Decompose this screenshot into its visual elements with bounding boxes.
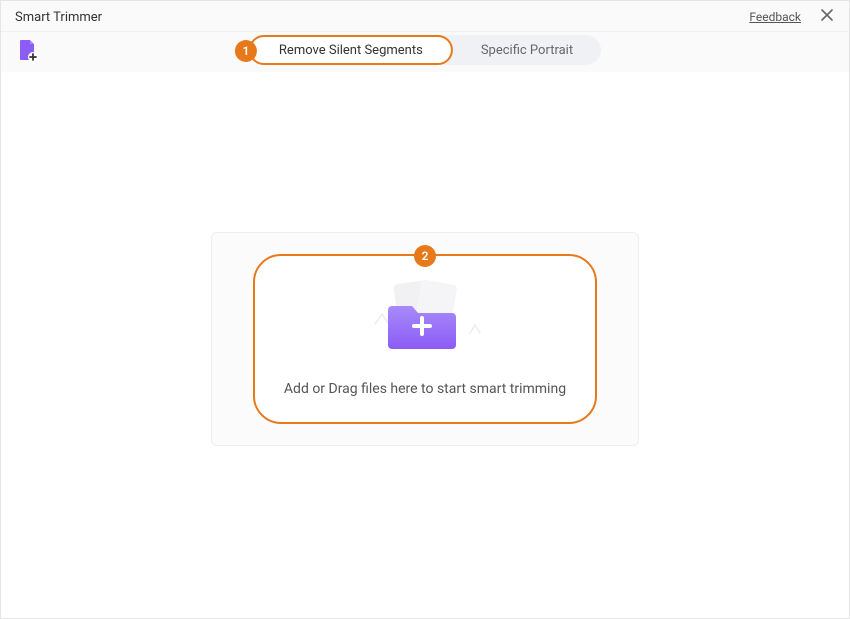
close-icon[interactable] — [815, 7, 839, 27]
main-area: 2 — [1, 72, 849, 618]
tabs: 1 Remove Silent Segments Specific Portra… — [249, 35, 601, 65]
drop-panel: 2 — [211, 232, 639, 446]
titlebar: Smart Trimmer Feedback — [1, 1, 849, 32]
folder-add-icon — [360, 281, 490, 361]
window-title: Smart Trimmer — [15, 10, 102, 25]
titlebar-right: Feedback — [749, 7, 839, 27]
feedback-link[interactable]: Feedback — [749, 10, 801, 24]
callout-badge-2: 2 — [414, 245, 436, 267]
tab-label: Remove Silent Segments — [279, 43, 423, 58]
tab-label: Specific Portrait — [481, 43, 573, 58]
app-window: Smart Trimmer Feedback 1 Remove Silent S… — [0, 0, 850, 619]
file-drop-zone[interactable]: 2 — [253, 254, 597, 424]
tab-remove-silent-segments[interactable]: 1 Remove Silent Segments — [249, 35, 453, 65]
drop-instruction-text: Add or Drag files here to start smart tr… — [284, 381, 566, 397]
toolbar: 1 Remove Silent Segments Specific Portra… — [1, 32, 849, 72]
callout-badge-1: 1 — [235, 40, 257, 62]
tab-specific-portrait[interactable]: Specific Portrait — [453, 35, 601, 65]
add-file-icon[interactable] — [15, 38, 39, 62]
